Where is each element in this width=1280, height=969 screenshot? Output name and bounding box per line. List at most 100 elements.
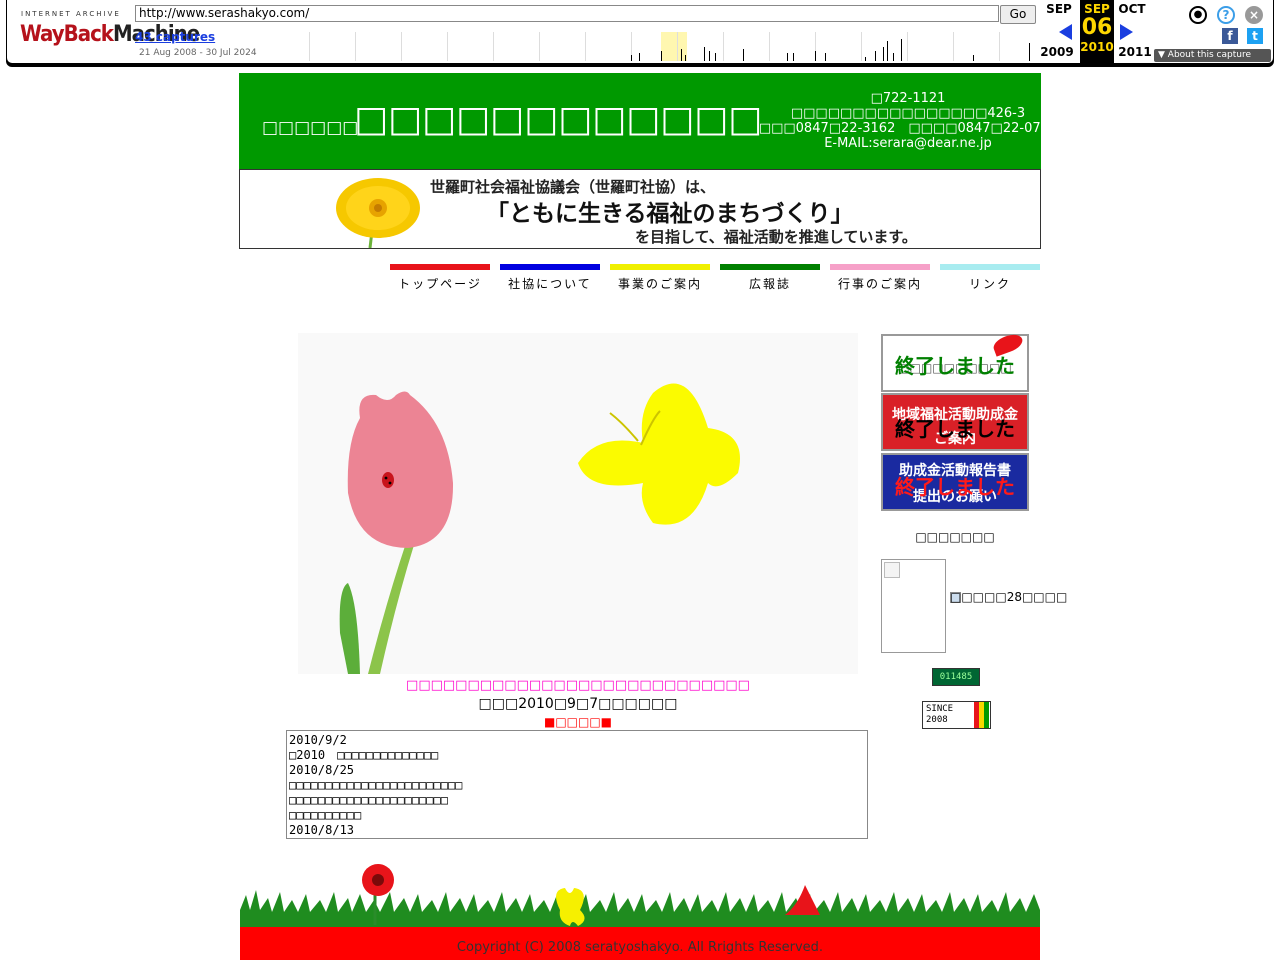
capture-tick xyxy=(685,55,686,61)
sparkline-year-divider xyxy=(907,32,908,61)
nav-links[interactable]: リンク xyxy=(940,264,1040,294)
sparkline-year-divider xyxy=(447,32,448,61)
header-subtitle: □□□□□□ xyxy=(262,118,359,138)
prev-capture-arrow-icon[interactable] xyxy=(1059,24,1072,40)
nav-services[interactable]: 事業のご案内 xyxy=(610,264,710,294)
nav-newsletter[interactable]: 広報誌 xyxy=(720,264,820,294)
since-text: SINCE 2008 xyxy=(926,704,954,725)
sparkline-year-divider xyxy=(999,32,1000,61)
grass-decoration xyxy=(240,864,1040,928)
go-button[interactable]: Go xyxy=(1000,5,1036,24)
update-date: □□□2010□9□7□□□□□□ xyxy=(478,696,678,712)
help-icon[interactable]: ? xyxy=(1217,6,1235,24)
sparkline-year-divider xyxy=(953,32,954,61)
current-year: 2010 xyxy=(1080,40,1114,54)
sidebar-image-link[interactable]: □□□□□28□□□□ xyxy=(950,590,1067,605)
grant-info-button[interactable]: 地域福祉活動助成金 ご案内 終了しました xyxy=(881,393,1029,451)
sparkline-year-divider xyxy=(309,32,310,61)
next-capture-arrow-icon[interactable] xyxy=(1120,24,1133,40)
sparkline-year-divider xyxy=(585,32,586,61)
footer: Copyright (C) 2008 seratyoshakyo. All Rr… xyxy=(240,927,1040,960)
sparkline-year-divider xyxy=(769,32,770,61)
nav-label: 広報誌 xyxy=(748,277,791,291)
news-headline-link[interactable]: □□□□□□□□□□□□□□□□□□□□□□□□□□□□ xyxy=(240,678,916,693)
hero-image xyxy=(298,333,858,674)
capture-tick xyxy=(893,53,894,61)
close-icon[interactable]: × xyxy=(1245,6,1263,24)
sparkline-year-divider xyxy=(355,32,356,61)
sparkline-year-divider xyxy=(493,32,494,61)
nav-top-page[interactable]: トップページ xyxy=(390,264,490,294)
visitor-counter: 011485 xyxy=(932,668,980,686)
current-capture-date: SEP 06 2010 xyxy=(1080,0,1114,63)
site-title[interactable]: □□□□□□□□□□□□ xyxy=(354,99,762,140)
prev-year-label[interactable]: 2009 xyxy=(1040,45,1074,59)
url-input[interactable]: http://www.serashakyo.com/ xyxy=(135,5,999,22)
capture-tick xyxy=(793,53,794,61)
capture-tick xyxy=(681,49,682,61)
capture-tick xyxy=(825,53,826,61)
mission-banner: 世羅町社会福祉協議会（世羅町社協）は、 「ともに生きる福祉のまちづくり」 を目指… xyxy=(239,169,1041,249)
tulip-butterfly-illustration xyxy=(339,383,740,674)
notice-button-1[interactable]: □□□□□□□□□□ 終了しました xyxy=(881,331,1029,392)
nav-label: 社協について xyxy=(508,277,592,291)
capture-tick xyxy=(704,47,705,61)
capture-tick xyxy=(815,51,816,61)
sparkline-year-divider xyxy=(861,32,862,61)
capture-tick xyxy=(887,41,888,61)
email[interactable]: E-MAIL:serara@dear.ne.jp xyxy=(739,136,1077,151)
broken-image-icon xyxy=(884,562,900,578)
nav-label: トップページ xyxy=(398,277,482,291)
capture-tick xyxy=(883,47,884,61)
wayback-toolbar: INTERNET ARCHIVE WayBackMachine http://w… xyxy=(6,0,1274,64)
wayback-logo-way: WayBack xyxy=(20,22,114,47)
next-year-label[interactable]: 2011 xyxy=(1118,45,1152,59)
since-badge: SINCE 2008 xyxy=(922,701,991,729)
nav-label: 行事のご案内 xyxy=(837,277,922,291)
facebook-icon[interactable]: f xyxy=(1222,28,1238,44)
about-capture-button[interactable]: ▼ About this capture xyxy=(1154,49,1271,62)
capture-tick xyxy=(709,51,710,61)
sparkline-year-divider xyxy=(723,32,724,61)
capture-tick xyxy=(661,51,662,61)
sparkline-year-divider xyxy=(401,32,402,61)
notice-1-done: 終了しました xyxy=(895,354,1015,378)
sparkline-year-divider xyxy=(539,32,540,61)
capture-tick xyxy=(787,53,788,61)
next-month-label[interactable]: OCT xyxy=(1115,2,1149,16)
broken-image[interactable] xyxy=(881,559,946,653)
sidebar-label: □□□□□□□ xyxy=(915,530,995,544)
banner-line-3: を目指して、福祉活動を推進しています。 xyxy=(635,228,917,246)
capture-tick xyxy=(901,39,902,61)
current-month: SEP xyxy=(1084,2,1110,16)
grant-info-done: 終了しました xyxy=(895,417,1015,441)
phone-fax: □□□0847□22-3162 □□□□0847□22-0752 xyxy=(758,121,1058,136)
news-textarea[interactable]: 2010/9/2 □2010 □□□□□□□□□□□□□□ 2010/8/25 … xyxy=(286,730,868,839)
captures-link[interactable]: 43 captures xyxy=(135,30,215,44)
capture-tick xyxy=(875,51,876,61)
capture-tick xyxy=(715,53,716,61)
contact-info: □722-1121 □□□□□□□□□□□□□□□□426-3 □□□0847□… xyxy=(739,91,1077,151)
nav-events[interactable]: 行事のご案内 xyxy=(830,264,930,294)
capture-tick xyxy=(1029,43,1030,61)
current-day: 06 xyxy=(1081,15,1113,40)
capture-range: 21 Aug 2008 - 30 Jul 2024 xyxy=(139,48,257,58)
capture-tick xyxy=(865,57,866,61)
banner-line-2: 「ともに生きる福祉のまちづくり」 xyxy=(486,201,854,227)
news-label: ■□□□□■ xyxy=(543,715,613,729)
capture-tick xyxy=(631,55,632,61)
sparkline-year-divider xyxy=(677,32,678,61)
capture-tick xyxy=(639,53,640,61)
user-icon[interactable]: ● xyxy=(1189,6,1207,24)
wayback-logo-caption: INTERNET ARCHIVE xyxy=(21,10,121,18)
nav-about[interactable]: 社協について xyxy=(500,264,600,294)
nav-label: 事業のご案内 xyxy=(617,277,702,291)
address: □□□□□□□□□□□□□□□□426-3 xyxy=(790,106,1026,121)
capture-tick xyxy=(743,49,744,61)
capture-sparkline[interactable] xyxy=(309,32,1044,61)
nav-label: リンク xyxy=(968,277,1011,291)
postal-code: □722-1121 xyxy=(870,91,946,106)
prev-month-label[interactable]: SEP xyxy=(1042,2,1076,16)
grant-report-button[interactable]: 助成金活動報告書 提出のお願い 終了しました xyxy=(881,453,1029,511)
twitter-icon[interactable]: t xyxy=(1247,28,1263,44)
